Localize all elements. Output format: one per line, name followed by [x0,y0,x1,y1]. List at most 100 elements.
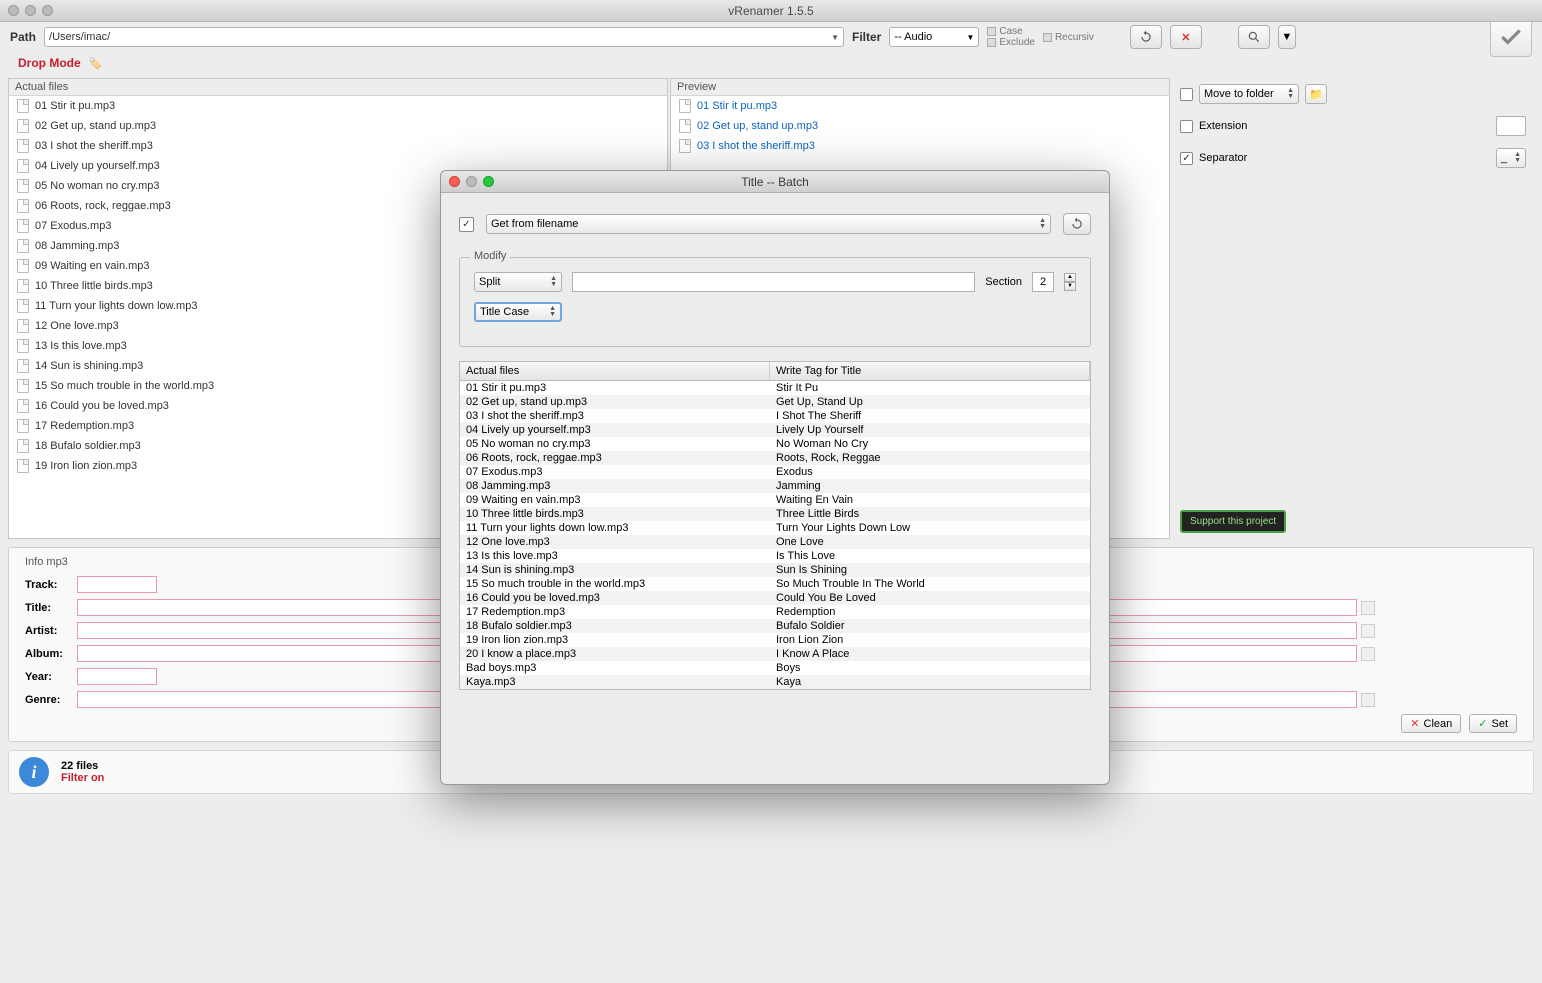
cell-write: Stir It Pu [770,381,1090,395]
case-select[interactable]: Title Case▲▼ [474,302,562,322]
edit-title-button[interactable] [1361,601,1375,615]
table-row[interactable]: 05 No woman no cry.mp3No Woman No Cry [460,437,1090,451]
table-row[interactable]: 03 I shot the sheriff.mp3I Shot The Sher… [460,409,1090,423]
chevron-down-icon[interactable]: ▼ [831,33,839,42]
separator-label: Separator [1199,152,1247,164]
path-input[interactable]: /Users/imac/ ▼ [44,27,844,47]
case-checkbox[interactable] [987,27,996,36]
extension-checkbox[interactable] [1180,120,1193,133]
year-input[interactable] [77,668,157,685]
browse-folder-button[interactable]: 📁 [1305,84,1327,104]
table-row[interactable]: 10 Three little birds.mp3Three Little Bi… [460,507,1090,521]
table-row[interactable]: Kaya.mp3Kaya [460,675,1090,689]
col-write[interactable]: Write Tag for Title [770,362,1090,380]
table-row[interactable]: 01 Stir it pu.mp3Stir It Pu [460,381,1090,395]
file-name: 18 Bufalo soldier.mp3 [35,440,141,452]
table-row[interactable]: 07 Exodus.mp3Exodus [460,465,1090,479]
cancel-button[interactable]: ✕ [1170,25,1202,49]
set-button[interactable]: ✓Set [1469,714,1517,733]
file-icon [17,319,29,333]
edit-genre-button[interactable] [1361,693,1375,707]
file-icon [679,139,691,153]
col-actual[interactable]: Actual files [460,362,770,380]
table-row[interactable]: 12 One love.mp3One Love [460,535,1090,549]
case-label: Case [999,26,1022,37]
search-button[interactable] [1238,25,1270,49]
apply-button[interactable] [1490,17,1532,57]
cell-actual: 19 Iron lion zion.mp3 [460,633,770,647]
table-row[interactable]: 02 Get up, stand up.mp3Get Up, Stand Up [460,395,1090,409]
file-name: 10 Three little birds.mp3 [35,280,153,292]
list-item[interactable]: 02 Get up, stand up.mp3 [671,116,1169,136]
file-icon [17,219,29,233]
section-number[interactable] [1032,272,1054,292]
genre-label: Genre: [25,694,73,706]
filter-select[interactable]: -- Audio ▼ [889,27,979,47]
table-row[interactable]: 19 Iron lion zion.mp3Iron Lion Zion [460,633,1090,647]
table-row[interactable]: 08 Jamming.mp3Jamming [460,479,1090,493]
file-name: 06 Roots, rock, reggae.mp3 [35,200,171,212]
table-row[interactable]: 17 Redemption.mp3Redemption [460,605,1090,619]
edit-artist-button[interactable] [1361,624,1375,638]
table-row[interactable]: 11 Turn your lights down low.mp3Turn You… [460,521,1090,535]
refresh-button[interactable] [1130,25,1162,49]
separator-select[interactable]: _▲▼ [1496,148,1526,168]
source-enable-checkbox[interactable] [459,217,474,232]
list-item[interactable]: 02 Get up, stand up.mp3 [9,116,667,136]
move-folder-select[interactable]: Move to folder▲▼ [1199,84,1299,104]
track-input[interactable] [77,576,157,593]
recursiv-checkbox[interactable] [1043,33,1052,42]
file-icon [17,179,29,193]
list-item[interactable]: 01 Stir it pu.mp3 [9,96,667,116]
status-filter: Filter on [61,772,104,784]
refresh-preview-button[interactable] [1063,213,1091,235]
table-row[interactable]: 13 Is this love.mp3Is This Love [460,549,1090,563]
table-row[interactable]: 06 Roots, rock, reggae.mp3Roots, Rock, R… [460,451,1090,465]
source-select[interactable]: Get from filename▲▼ [486,214,1051,234]
list-item[interactable]: 03 I shot the sheriff.mp3 [9,136,667,156]
edit-album-button[interactable] [1361,647,1375,661]
split-select[interactable]: Split▲▼ [474,272,562,292]
move-folder-checkbox[interactable] [1180,88,1193,101]
table-row[interactable]: 15 So much trouble in the world.mp3So Mu… [460,577,1090,591]
split-input[interactable] [572,272,975,292]
year-label: Year: [25,671,73,683]
path-value: /Users/imac/ [49,31,110,43]
clean-button[interactable]: ✕Clean [1401,714,1461,733]
modify-legend: Modify [470,250,510,262]
cell-actual: 12 One love.mp3 [460,535,770,549]
file-name: 05 No woman no cry.mp3 [35,180,160,192]
modify-fieldset: Modify Split▲▼ Section ▲▼ Title Case▲▼ [459,257,1091,347]
table-row[interactable]: 20 I know a place.mp3I Know A Place [460,647,1090,661]
file-icon [17,159,29,173]
table-row[interactable]: 09 Waiting en vain.mp3Waiting En Vain [460,493,1090,507]
table-row[interactable]: 16 Could you be loved.mp3Could You Be Lo… [460,591,1090,605]
list-item[interactable]: 01 Stir it pu.mp3 [671,96,1169,116]
file-icon [17,459,29,473]
dropdown-toggle[interactable]: ▼ [1278,25,1296,49]
cell-write: Turn Your Lights Down Low [770,521,1090,535]
file-name: 07 Exodus.mp3 [35,220,111,232]
cell-actual: 15 So much trouble in the world.mp3 [460,577,770,591]
drop-mode-label[interactable]: Drop Mode [18,56,81,70]
table-row[interactable]: 18 Bufalo soldier.mp3Bufalo Soldier [460,619,1090,633]
cell-write: I Shot The Sheriff [770,409,1090,423]
list-item[interactable]: 03 I shot the sheriff.mp3 [671,136,1169,156]
section-stepper[interactable]: ▲▼ [1064,273,1076,291]
status-count: 22 files [61,760,104,772]
cell-actual: 20 I know a place.mp3 [460,647,770,661]
cell-actual: 04 Lively up yourself.mp3 [460,423,770,437]
separator-checkbox[interactable] [1180,152,1193,165]
exclude-checkbox[interactable] [987,38,996,47]
chevron-down-icon: ▼ [966,33,974,42]
table-row[interactable]: 14 Sun is shining.mp3Sun Is Shining [460,563,1090,577]
file-icon [679,119,691,133]
file-name: 03 I shot the sheriff.mp3 [35,140,153,152]
table-row[interactable]: Bad boys.mp3Boys [460,661,1090,675]
cell-actual: 08 Jamming.mp3 [460,479,770,493]
file-name: 03 I shot the sheriff.mp3 [697,140,815,152]
support-project-button[interactable]: Support this project [1180,510,1286,533]
table-row[interactable]: 04 Lively up yourself.mp3Lively Up Yours… [460,423,1090,437]
cell-actual: 17 Redemption.mp3 [460,605,770,619]
extension-input[interactable] [1496,116,1526,136]
